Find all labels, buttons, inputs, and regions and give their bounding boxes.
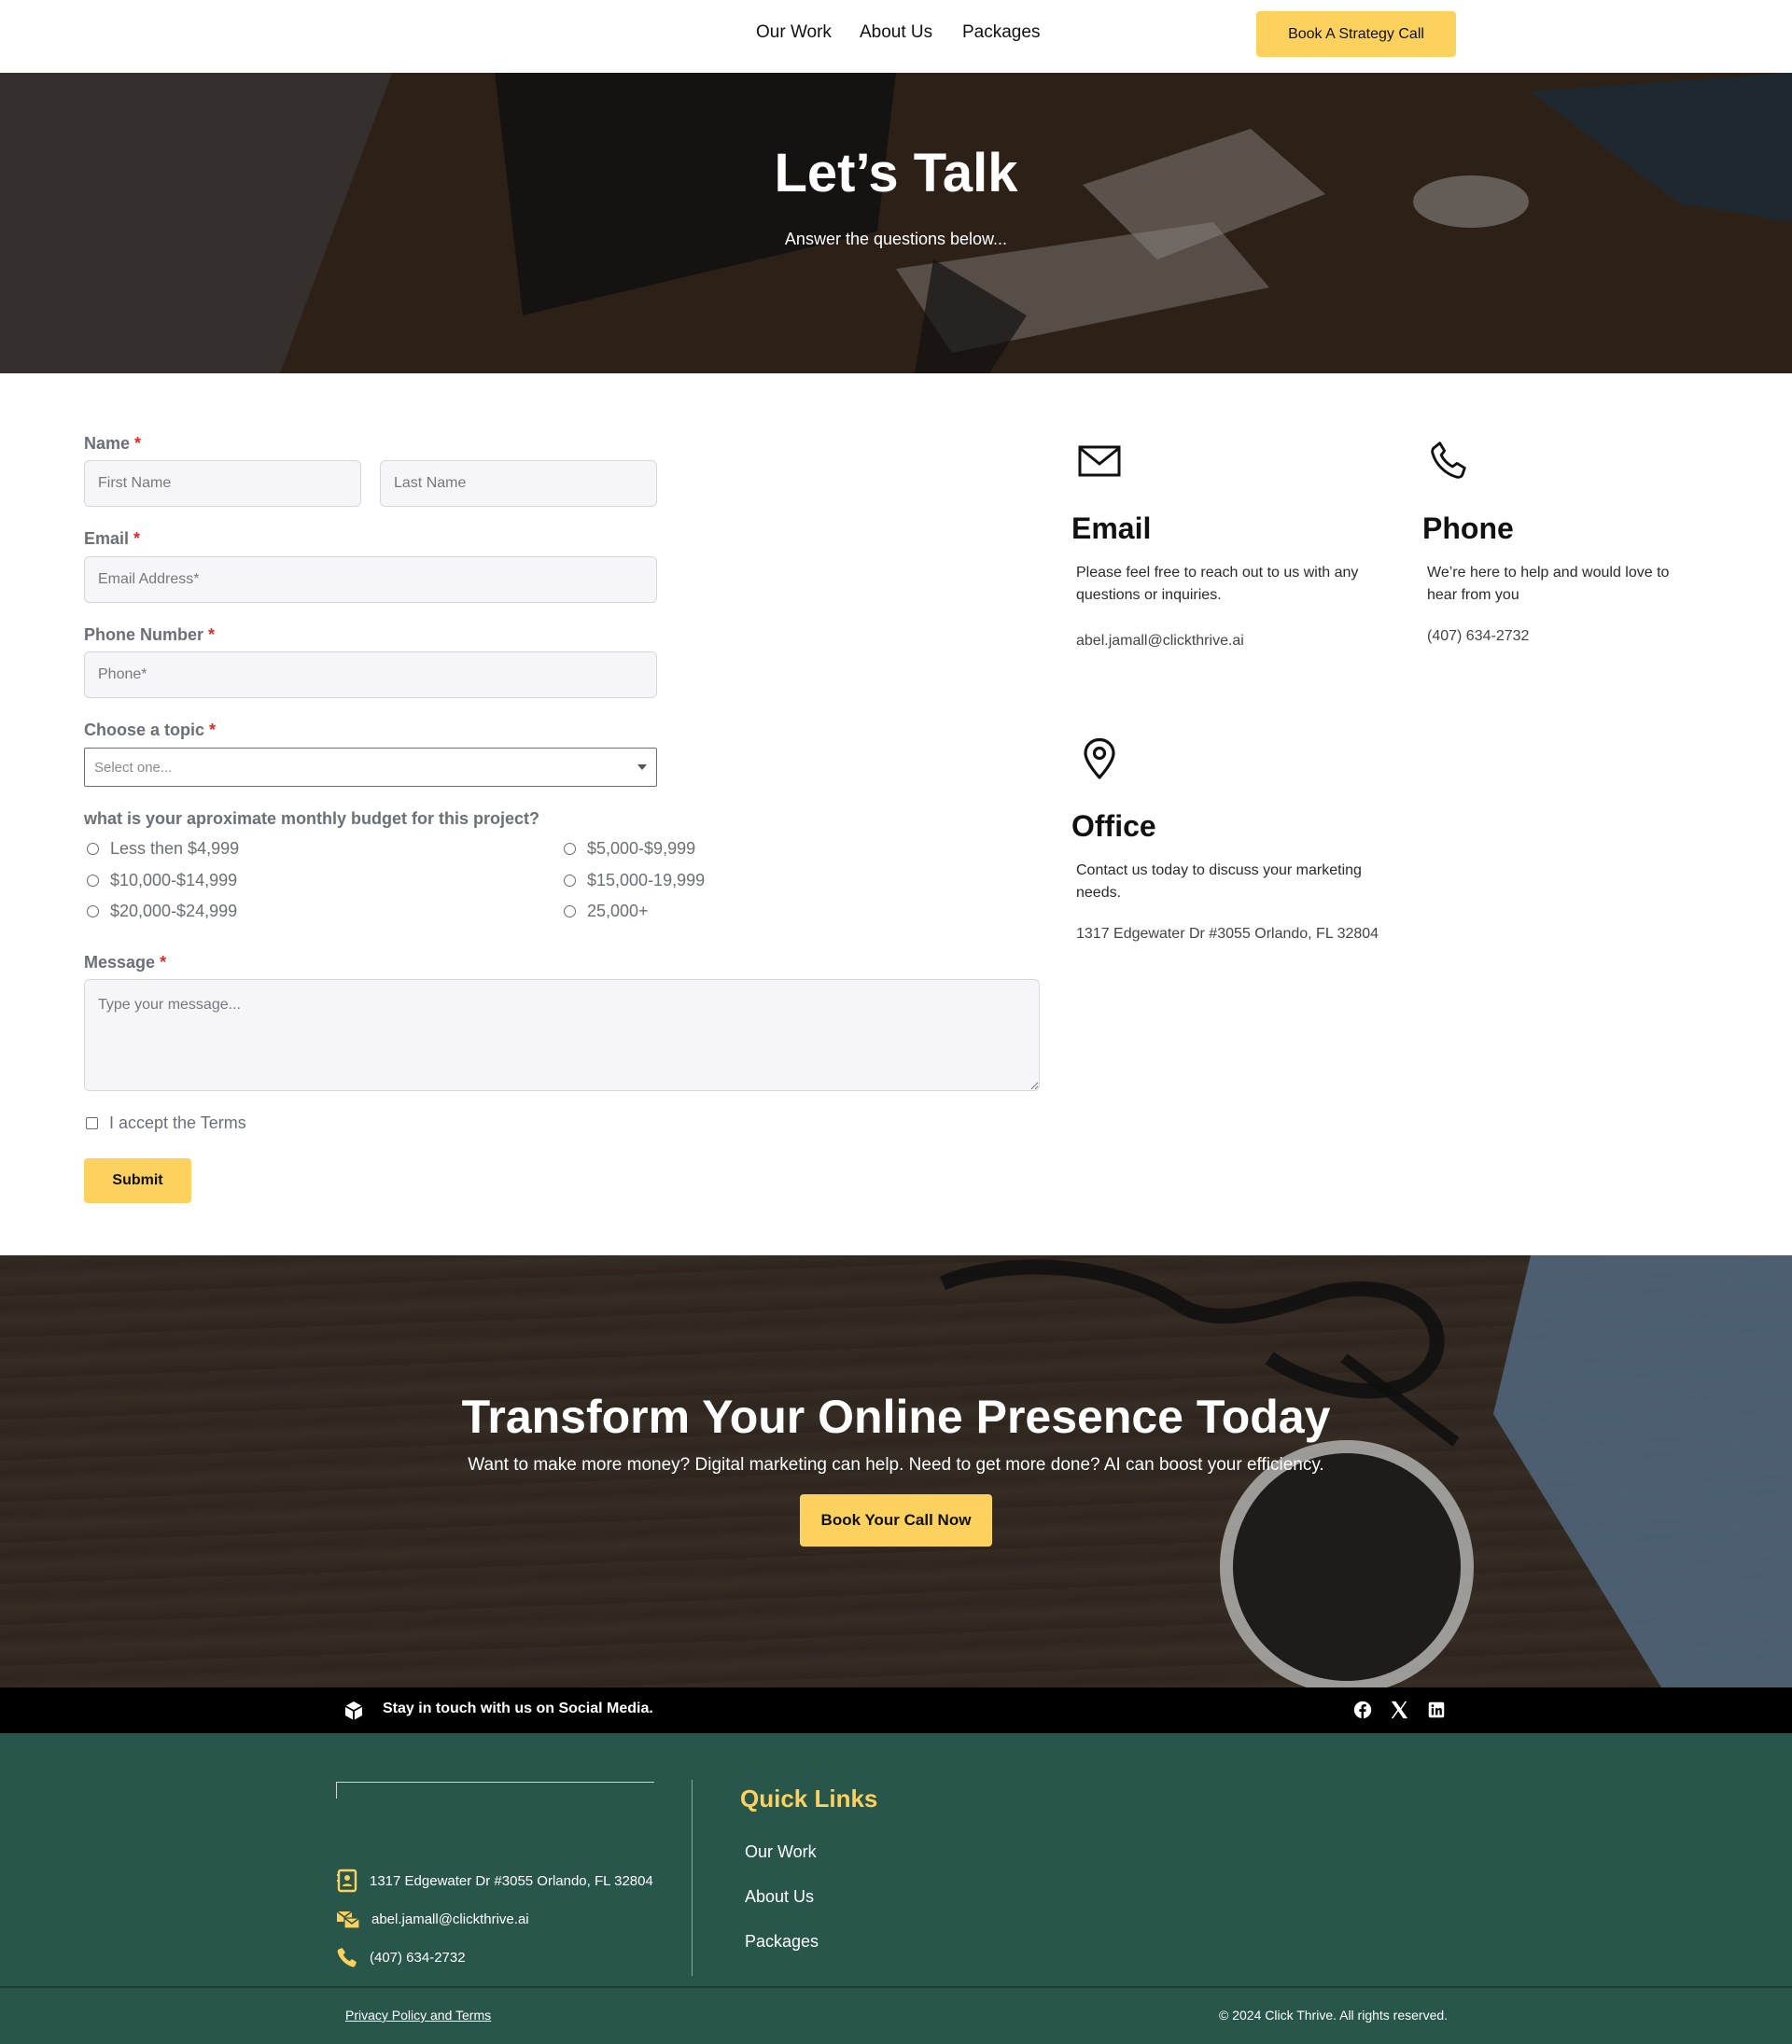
name-label: Name * — [84, 434, 142, 453]
phone-info-value[interactable]: (407) 634-2732 — [1427, 628, 1529, 645]
quick-links-title: Quick Links — [740, 1785, 878, 1813]
social-strip: Stay in touch with us on Social Media. — [0, 1687, 1792, 1733]
hero-subtitle: Answer the questions below... — [784, 230, 1008, 248]
last-name-input[interactable] — [380, 460, 657, 507]
footer-link-packages[interactable]: Packages — [745, 1932, 819, 1952]
footer-phone[interactable]: (407) 634-2732 — [336, 1946, 466, 1968]
footer-link-our-work[interactable]: Our Work — [745, 1842, 817, 1862]
terms-checkbox-row[interactable]: I accept the Terms — [86, 1113, 246, 1133]
phone-icon — [337, 1948, 357, 1967]
footer-address: 1317 Edgewater Dr #3055 Orlando, FL 3280… — [336, 1869, 653, 1893]
address-card-icon — [337, 1869, 357, 1893]
book-strategy-call-button[interactable]: Book A Strategy Call — [1256, 11, 1456, 57]
email-label: Email * — [84, 529, 141, 548]
nav-our-work[interactable]: Our Work — [756, 21, 832, 45]
cta-section: Transform Your Online Presence Today Wan… — [0, 1255, 1792, 1687]
phone-info-title: Phone — [1422, 511, 1514, 545]
phone-label: Phone Number * — [84, 625, 216, 644]
radio-button[interactable] — [87, 905, 99, 917]
chevron-down-icon — [637, 764, 647, 770]
email-info-text: Please feel free to reach out to us with… — [1076, 565, 1359, 603]
hero-title: Let’s Talk — [774, 143, 1018, 203]
cta-text: Want to make more money? Digital marketi… — [468, 1455, 1324, 1475]
nav-packages[interactable]: Packages — [962, 21, 1040, 45]
email-info-value[interactable]: abel.jamall@clickthrive.ai — [1076, 633, 1244, 650]
office-info-value: 1317 Edgewater Dr #3055 Orlando, FL 3280… — [1076, 926, 1379, 942]
cube-icon — [344, 1701, 363, 1720]
hero-background-image — [0, 73, 1792, 373]
terms-checkbox[interactable] — [86, 1117, 98, 1129]
radio-button[interactable] — [87, 843, 99, 855]
social-text: Stay in touch with us on Social Media. — [383, 1701, 653, 1716]
phone-input[interactable] — [84, 651, 657, 698]
budget-label: what is your aproximate monthly budget f… — [84, 809, 540, 828]
message-label: Message * — [84, 953, 167, 972]
footer-divider — [692, 1780, 693, 1976]
hero-banner: Let’s Talk Answer the questions below... — [0, 73, 1792, 373]
budget-option-5[interactable]: $20,000-$24,999 — [87, 902, 237, 921]
office-info-text: Contact us today to discuss your marketi… — [1076, 862, 1362, 901]
first-name-input[interactable] — [84, 460, 361, 507]
email-info-title: Email — [1071, 511, 1152, 545]
mail-bulk-icon — [336, 1911, 360, 1929]
book-call-button[interactable]: Book Your Call Now — [800, 1494, 992, 1547]
radio-button[interactable] — [564, 875, 576, 887]
privacy-policy-link[interactable]: Privacy Policy and Terms — [345, 2008, 491, 2023]
cta-title: Transform Your Online Presence Today — [461, 1391, 1331, 1443]
phone-icon — [1431, 441, 1466, 479]
topic-select-value: Select one... — [94, 759, 173, 776]
radio-button[interactable] — [564, 905, 576, 917]
phone-info-text: We’re here to help and would love to hea… — [1427, 565, 1670, 603]
x-icon[interactable] — [1389, 1700, 1409, 1720]
site-header: Our Work About Us Packages Book A Strate… — [0, 0, 1792, 73]
message-textarea[interactable] — [84, 979, 1040, 1091]
footer-email[interactable]: abel.jamall@clickthrive.ai — [336, 1908, 529, 1930]
budget-option-2[interactable]: $5,000-$9,999 — [564, 839, 695, 859]
radio-button[interactable] — [87, 875, 99, 887]
office-info-title: Office — [1071, 809, 1156, 843]
terms-label: I accept the Terms — [109, 1113, 246, 1132]
budget-option-4[interactable]: $15,000-19,999 — [564, 871, 705, 890]
copyright-text: © 2024 Click Thrive. All rights reserved… — [1219, 2008, 1449, 2023]
email-input[interactable] — [84, 556, 657, 603]
site-footer: 1317 Edgewater Dr #3055 Orlando, FL 3280… — [0, 1733, 1792, 1987]
linkedin-icon[interactable] — [1426, 1700, 1447, 1720]
topic-select[interactable]: Select one... — [84, 748, 657, 787]
envelope-icon — [1078, 445, 1121, 477]
budget-option-1[interactable]: Less then $4,999 — [87, 839, 239, 859]
submit-button[interactable]: Submit — [84, 1158, 191, 1203]
topic-label: Choose a topic * — [84, 721, 217, 739]
facebook-icon[interactable] — [1352, 1700, 1373, 1720]
budget-option-3[interactable]: $10,000-$14,999 — [87, 871, 237, 890]
footer-bottom-bar: Privacy Policy and Terms © 2024 Click Th… — [0, 1986, 1792, 2044]
footer-link-about-us[interactable]: About Us — [745, 1887, 814, 1907]
location-pin-icon — [1084, 737, 1115, 779]
radio-button[interactable] — [564, 843, 576, 855]
footer-logo-image — [336, 1782, 654, 1799]
budget-option-6[interactable]: 25,000+ — [564, 902, 649, 921]
nav-about-us[interactable]: About Us — [860, 21, 932, 45]
